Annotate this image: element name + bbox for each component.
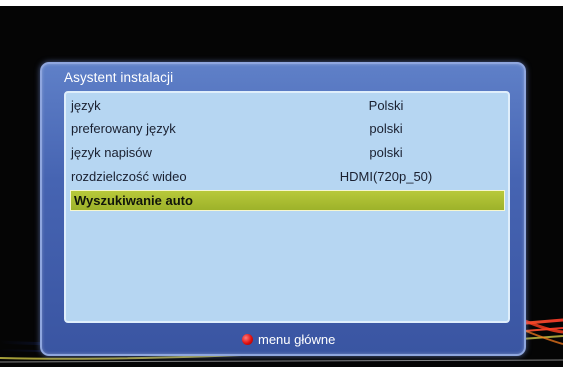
menu-item-subtitle-language[interactable]: język napisów polski bbox=[71, 142, 503, 163]
menu-item-language[interactable]: język Polski bbox=[71, 95, 503, 116]
red-button-icon bbox=[242, 334, 253, 345]
main-menu-hint-label[interactable]: menu główne bbox=[258, 332, 335, 347]
menu-item-label: język napisów bbox=[71, 145, 152, 160]
menu-item-label: preferowany język bbox=[71, 121, 176, 136]
menu-item-label: język bbox=[71, 98, 101, 113]
top-border bbox=[0, 0, 563, 6]
settings-list: język Polski preferowany język polski ję… bbox=[64, 91, 510, 323]
menu-item-value: polski bbox=[369, 121, 403, 136]
menu-item-value: polski bbox=[369, 145, 403, 160]
menu-item-label: rozdzielczość wideo bbox=[71, 169, 187, 184]
menu-item-value: HDMI(720p_50) bbox=[339, 169, 433, 184]
installation-wizard-dialog: Asystent instalacji język Polski prefero… bbox=[40, 62, 526, 356]
menu-item-value: Polski bbox=[368, 98, 404, 113]
tv-screen: Asystent instalacji język Polski prefero… bbox=[0, 0, 563, 373]
menu-item-auto-search[interactable]: Wyszukiwanie auto bbox=[70, 190, 505, 211]
dialog-title: Asystent instalacji bbox=[64, 70, 174, 85]
menu-item-video-resolution[interactable]: rozdzielczość wideo HDMI(720p_50) bbox=[71, 166, 503, 187]
menu-item-label: Wyszukiwanie auto bbox=[74, 193, 193, 208]
bottom-border bbox=[0, 367, 563, 373]
footer-hint: menu główne bbox=[42, 329, 524, 349]
menu-item-preferred-language[interactable]: preferowany język polski bbox=[71, 118, 503, 139]
